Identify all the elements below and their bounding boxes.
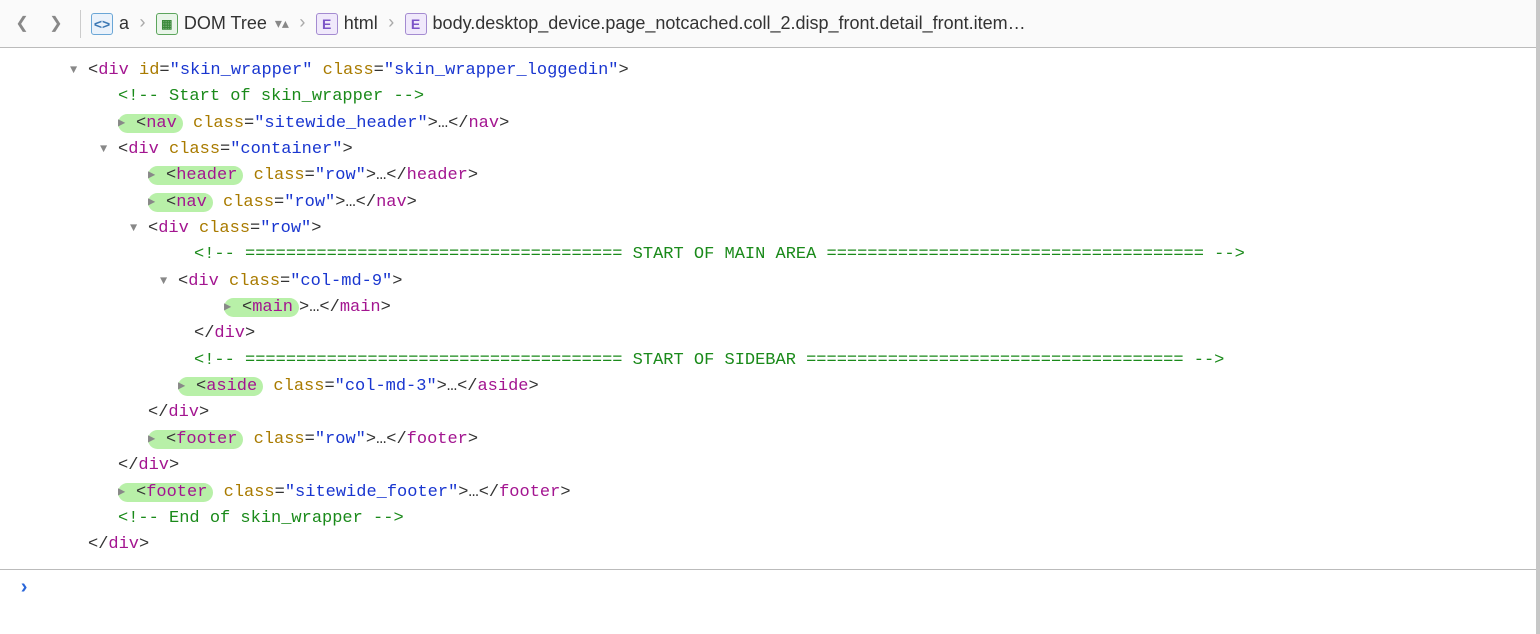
disclosure-triangle-icon[interactable]: ▶ bbox=[118, 483, 136, 502]
breadcrumb-toolbar: ❮ ❯ <> a › ▦ DOM Tree ▾▴ › E html › E bo… bbox=[0, 0, 1540, 48]
console-prompt-row[interactable]: › bbox=[0, 570, 1540, 608]
breadcrumb-source[interactable]: <> a bbox=[91, 13, 129, 35]
breadcrumb-domtree[interactable]: ▦ DOM Tree ▾▴ bbox=[156, 13, 289, 35]
disclosure-triangle-icon[interactable]: ▶ bbox=[178, 377, 196, 396]
element-icon: E bbox=[316, 13, 338, 35]
dom-node: ▶<header class="row">…</header> bbox=[0, 163, 1540, 189]
dom-node: ▶<aside class="col-md-3">…</aside> bbox=[0, 374, 1540, 400]
breadcrumb-label: a bbox=[119, 13, 129, 34]
disclosure-triangle-icon[interactable]: ▶ bbox=[148, 193, 166, 212]
disclosure-triangle-icon[interactable]: ▼ bbox=[100, 140, 118, 159]
dom-tree-icon: ▦ bbox=[156, 13, 178, 35]
dom-node: ▶<main>…</main> bbox=[0, 295, 1540, 321]
breadcrumb-label: html bbox=[344, 13, 378, 34]
disclosure-triangle-icon[interactable]: ▼ bbox=[70, 61, 88, 80]
dom-node: ▼<div class="container"> bbox=[0, 137, 1540, 163]
disclosure-triangle-icon[interactable]: ▼ bbox=[130, 219, 148, 238]
source-icon: <> bbox=[91, 13, 113, 35]
chevron-right-icon: › bbox=[137, 14, 148, 34]
dom-node: ▼<div class="row"> bbox=[0, 216, 1540, 242]
breadcrumb-label: DOM Tree bbox=[184, 13, 267, 34]
dom-node: ▶<nav class="sitewide_header">…</nav> bbox=[0, 111, 1540, 137]
dom-comment: <!-- ===================================… bbox=[0, 242, 1540, 268]
back-button[interactable]: ❮ bbox=[8, 11, 36, 37]
disclosure-triangle-icon[interactable]: ▶ bbox=[118, 114, 136, 133]
chevron-right-icon: › bbox=[386, 14, 397, 34]
dom-node: ▼<div class="col-md-9"> bbox=[0, 269, 1540, 295]
disclosure-triangle-icon[interactable]: ▼ bbox=[160, 272, 178, 291]
dom-comment: <!-- Start of skin_wrapper --> bbox=[0, 84, 1540, 110]
breadcrumb-html[interactable]: E html bbox=[316, 13, 378, 35]
chevron-right-icon: › bbox=[297, 14, 308, 34]
element-icon: E bbox=[405, 13, 427, 35]
dom-close: </div> bbox=[0, 321, 1540, 347]
console-caret-icon: › bbox=[18, 577, 30, 600]
disclosure-triangle-icon[interactable]: ▶ bbox=[224, 298, 242, 317]
right-scroll-edge bbox=[1536, 0, 1540, 634]
toolbar-divider bbox=[80, 10, 81, 38]
breadcrumb-body[interactable]: E body.desktop_device.page_notcached.col… bbox=[405, 13, 1026, 35]
updown-icon: ▾▴ bbox=[275, 15, 289, 32]
forward-button[interactable]: ❯ bbox=[42, 11, 70, 37]
dom-node: ▶<footer class="sitewide_footer">…</foot… bbox=[0, 480, 1540, 506]
dom-comment: <!-- End of skin_wrapper --> bbox=[0, 506, 1540, 532]
dom-node: ▶<footer class="row">…</footer> bbox=[0, 427, 1540, 453]
dom-tree-view[interactable]: ▼<div id="skin_wrapper" class="skin_wrap… bbox=[0, 48, 1540, 570]
disclosure-triangle-icon[interactable]: ▶ bbox=[148, 430, 166, 449]
dom-close: </div> bbox=[0, 400, 1540, 426]
dom-comment: <!-- ===================================… bbox=[0, 348, 1540, 374]
dom-node: ▼<div id="skin_wrapper" class="skin_wrap… bbox=[0, 58, 1540, 84]
breadcrumb-label: body.desktop_device.page_notcached.coll_… bbox=[433, 13, 1026, 34]
dom-node: ▶<nav class="row">…</nav> bbox=[0, 190, 1540, 216]
dom-close: </div> bbox=[0, 532, 1540, 558]
dom-close: </div> bbox=[0, 453, 1540, 479]
disclosure-triangle-icon[interactable]: ▶ bbox=[148, 166, 166, 185]
